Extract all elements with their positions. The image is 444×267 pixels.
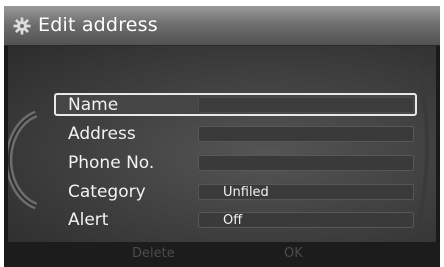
fields-panel: Name Address Phone No. Category Unfiled … bbox=[8, 46, 436, 242]
field-row-phone[interactable]: Phone No. bbox=[55, 152, 421, 175]
address-field[interactable] bbox=[198, 126, 414, 142]
page-title: Edit address bbox=[38, 14, 158, 36]
name-field[interactable] bbox=[198, 97, 414, 113]
alert-field[interactable]: Off bbox=[198, 212, 414, 228]
field-label: Phone No. bbox=[68, 153, 155, 173]
phone-field[interactable] bbox=[198, 155, 414, 171]
field-row-address[interactable]: Address bbox=[55, 123, 421, 146]
bottom-bar: Delete OK bbox=[4, 242, 440, 267]
field-row-alert[interactable]: Alert Off bbox=[55, 209, 421, 232]
gear-icon bbox=[13, 17, 31, 35]
field-label: Category bbox=[68, 182, 146, 202]
field-row-name[interactable]: Name bbox=[54, 93, 421, 117]
field-label: Name bbox=[68, 95, 119, 115]
title-bar: Edit address bbox=[4, 6, 440, 46]
field-label: Address bbox=[68, 124, 136, 144]
edit-address-screen: Edit address Name Address Phone No. Cate… bbox=[4, 6, 440, 267]
field-row-category[interactable]: Category Unfiled bbox=[55, 181, 421, 204]
category-field[interactable]: Unfiled bbox=[198, 184, 414, 200]
ok-button[interactable]: OK bbox=[284, 246, 303, 261]
field-label: Alert bbox=[68, 210, 109, 230]
delete-button[interactable]: Delete bbox=[132, 246, 175, 261]
